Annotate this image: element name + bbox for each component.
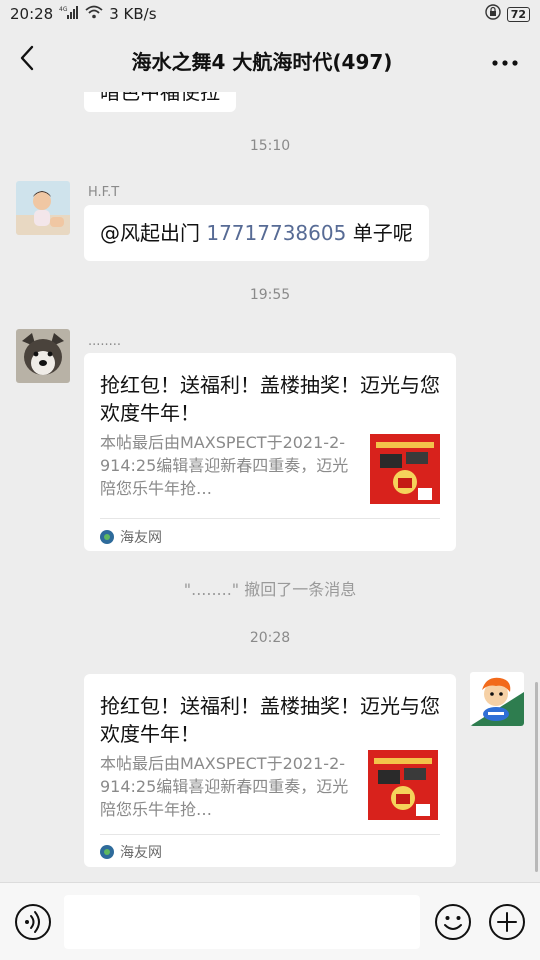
sender-name: H.F.T	[88, 185, 120, 200]
card-source-name: 海友网	[120, 845, 162, 861]
partial-message-text: 暗色中福使拉	[100, 92, 220, 104]
card-divider	[100, 834, 440, 835]
message-bubble-partial[interactable]: 暗色中福使拉	[84, 92, 236, 112]
input-bar	[0, 882, 540, 960]
sender-name: ........	[88, 334, 122, 349]
svg-text:4G: 4G	[59, 6, 68, 13]
card-title: 抢红包！送福利！盖楼抽奖！迈光与您欢度牛年！	[100, 373, 440, 425]
back-arrow-icon	[19, 45, 35, 75]
haiyou-logo-icon	[100, 845, 114, 859]
battery-indicator: 72	[506, 6, 530, 22]
message-input[interactable]	[64, 895, 420, 949]
back-button[interactable]	[0, 28, 54, 92]
scrollbar[interactable]	[535, 682, 538, 872]
message-suffix: 单子呢	[346, 221, 413, 245]
avatar[interactable]	[16, 181, 70, 235]
emoji-icon	[435, 904, 471, 940]
card-thumbnail	[368, 750, 438, 820]
card-source: 海友网	[100, 842, 162, 862]
link-card[interactable]: 抢红包！送福利！盖楼抽奖！迈光与您欢度牛年！ 本帖最后由MAXSPECT于202…	[84, 353, 456, 551]
chat-title: 海水之舞4 大航海时代(497)	[131, 49, 393, 74]
voice-button[interactable]	[14, 903, 52, 941]
voice-icon	[15, 904, 51, 940]
more-button[interactable]	[470, 28, 540, 92]
signal-icon: 4G	[59, 5, 79, 23]
phone-number-link[interactable]: 17717738605	[206, 221, 346, 245]
avatar[interactable]	[16, 329, 70, 383]
message-bubble[interactable]: @风起出门 17717738605 单子呢	[84, 205, 429, 261]
link-card[interactable]: 抢红包！送福利！盖楼抽奖！迈光与您欢度牛年！ 本帖最后由MAXSPECT于202…	[84, 674, 456, 867]
emoji-button[interactable]	[434, 903, 472, 941]
timestamp: 20:28	[249, 630, 291, 646]
cartoon-avatar-icon	[470, 672, 524, 726]
plus-icon	[489, 904, 525, 940]
recall-notice: "........" 撤回了一条消息	[183, 580, 357, 599]
red-envelope-promo-icon	[368, 750, 438, 820]
card-source: 海友网	[100, 527, 162, 547]
timestamp: 15:10	[249, 138, 291, 154]
more-dots-icon	[492, 51, 518, 70]
card-divider	[100, 518, 440, 519]
more-actions-button[interactable]	[488, 903, 526, 941]
card-title: 抢红包！送福利！盖楼抽奖！迈光与您欢度牛年！	[100, 694, 440, 746]
user-photo-icon	[16, 181, 70, 235]
card-source-name: 海友网	[120, 530, 162, 546]
haiyou-logo-icon	[100, 530, 114, 544]
wifi-icon	[85, 5, 103, 23]
dog-photo-icon	[16, 329, 70, 383]
chat-header: 海水之舞4 大航海时代(497)	[0, 28, 540, 92]
timestamp: 19:55	[249, 287, 291, 303]
message-list[interactable]: 暗色中福使拉 15:10 H.F.T @风起出门 17717738605 单子呢…	[0, 92, 540, 882]
card-thumbnail	[370, 434, 440, 504]
avatar[interactable]	[470, 672, 524, 726]
red-envelope-promo-icon	[370, 434, 440, 504]
network-speed: 3 KB/s	[109, 5, 157, 23]
card-description: 本帖最后由MAXSPECT于2021-2-914:25编辑喜迎新春四重奏，迈光陪…	[100, 754, 349, 819]
status-time: 20:28	[10, 5, 54, 23]
status-bar: 20:28 4G 3 KB/s 72	[0, 0, 540, 28]
chat-screen: 20:28 4G 3 KB/s 72 海水之舞4 大航海时代(497) 暗色中福…	[0, 0, 540, 960]
card-description: 本帖最后由MAXSPECT于2021-2-914:25编辑喜迎新春四重奏，迈光陪…	[100, 433, 349, 498]
lock-rotation-icon	[484, 4, 501, 24]
mention-text: @风起出门	[100, 221, 207, 245]
